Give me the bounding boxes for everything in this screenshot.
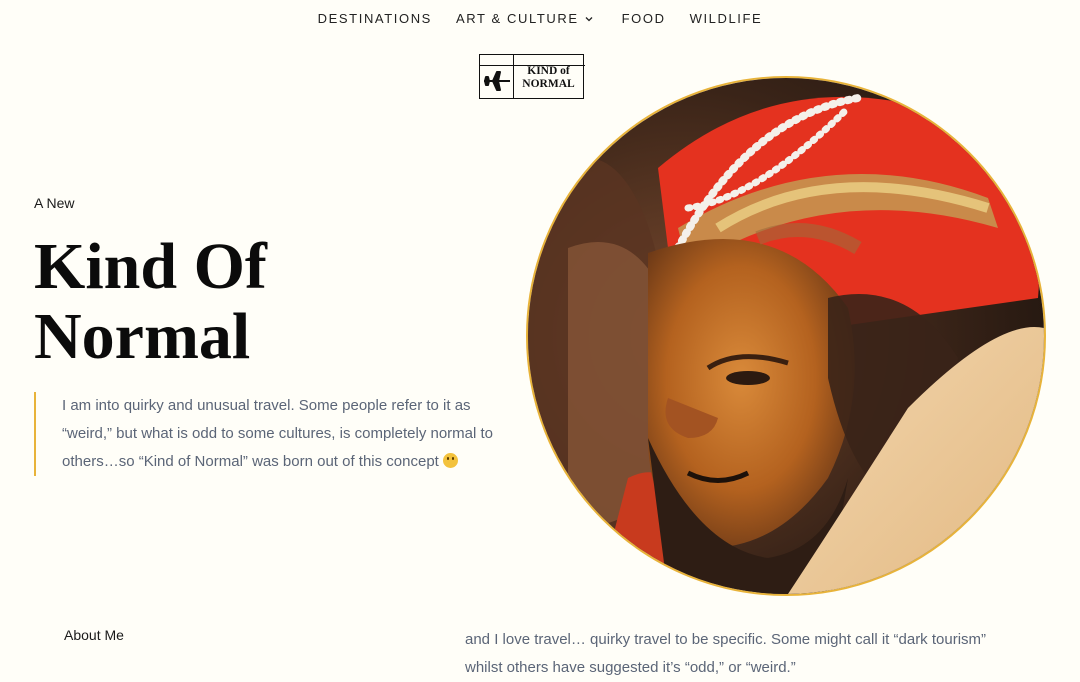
hero-title-line-1: Kind Of bbox=[34, 230, 267, 303]
hero-title-line-2: Normal bbox=[34, 300, 251, 373]
nav-wildlife[interactable]: WILDLIFE bbox=[690, 11, 763, 26]
logo-plane-box bbox=[480, 55, 585, 98]
hero-quote-text: I am into quirky and unusual travel. Som… bbox=[62, 397, 494, 470]
logo-line-2: NORMAL bbox=[522, 77, 575, 90]
logo-rule bbox=[480, 65, 585, 66]
hero-photo bbox=[526, 76, 1046, 596]
logo-wordmark: KIND of NORMAL bbox=[514, 55, 583, 98]
chevron-down-icon bbox=[585, 16, 593, 21]
main-nav: DESTINATIONS ART & CULTURE FOOD WILDLIFE bbox=[0, 11, 1080, 26]
portrait-illustration bbox=[528, 78, 1044, 594]
hero-quote: I am into quirky and unusual travel. Som… bbox=[34, 392, 504, 476]
nav-art-culture-label: ART & CULTURE bbox=[455, 11, 579, 26]
about-me-label: About Me bbox=[64, 627, 124, 643]
about-me-text: and I love travel… quirky travel to be s… bbox=[465, 631, 987, 676]
nav-destinations[interactable]: DESTINATIONS bbox=[318, 11, 432, 26]
hero-title: Kind Of Normal bbox=[34, 232, 454, 372]
nav-food[interactable]: FOOD bbox=[622, 11, 666, 26]
nav-art-culture[interactable]: ART & CULTURE bbox=[456, 11, 593, 26]
logo-line-1: KIND of bbox=[527, 64, 570, 77]
site-logo[interactable]: KIND of NORMAL bbox=[479, 54, 585, 99]
smiley-emoji-icon bbox=[443, 453, 459, 468]
airplane-icon bbox=[484, 71, 510, 91]
hero-eyebrow: A New bbox=[34, 195, 75, 211]
